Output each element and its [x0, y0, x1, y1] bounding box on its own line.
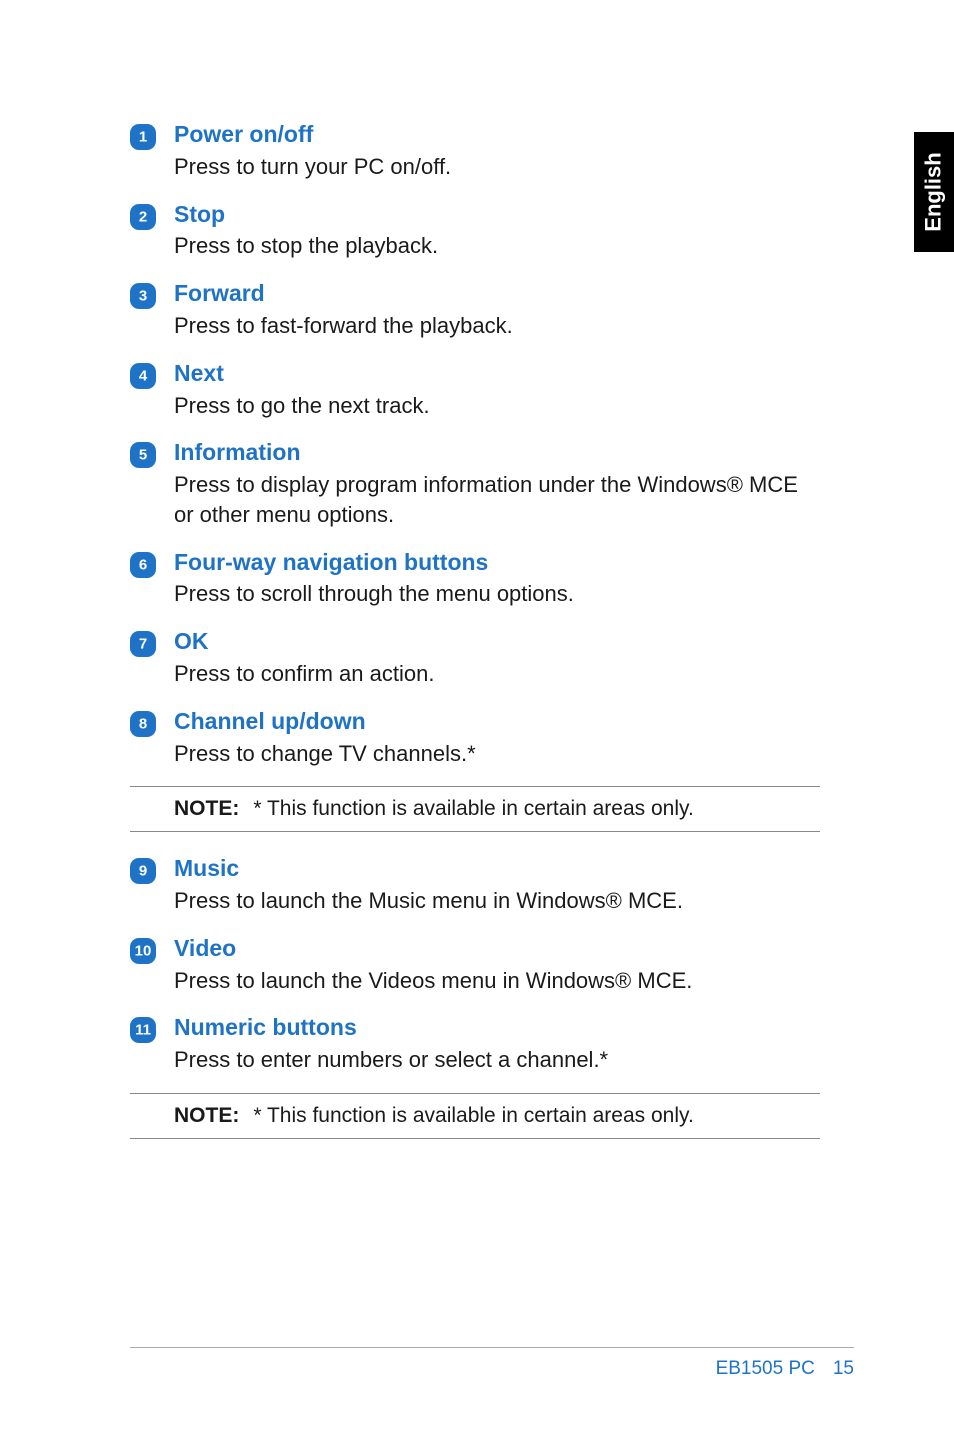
- item-list-1: 1 Power on/off Press to turn your PC on/…: [130, 120, 820, 768]
- note-text: * This function is available in certain …: [253, 1104, 693, 1128]
- note-label: NOTE:: [174, 797, 239, 821]
- note-box: NOTE: * This function is available in ce…: [130, 1093, 820, 1139]
- list-item: 6 Four-way navigation buttons Press to s…: [130, 548, 820, 610]
- item-title: Information: [174, 438, 820, 468]
- svg-text:2: 2: [139, 208, 147, 225]
- bullet-icon: 6: [130, 548, 174, 578]
- item-desc: Press to display program information und…: [174, 470, 820, 529]
- svg-text:6: 6: [139, 556, 147, 573]
- note-box: NOTE: * This function is available in ce…: [130, 786, 820, 832]
- item-content: Music Press to launch the Music menu in …: [174, 854, 820, 916]
- item-content: Power on/off Press to turn your PC on/of…: [174, 120, 820, 182]
- item-content: Forward Press to fast-forward the playba…: [174, 279, 820, 341]
- item-desc: Press to turn your PC on/off.: [174, 152, 820, 182]
- svg-text:8: 8: [139, 715, 147, 732]
- item-desc: Press to change TV channels.*: [174, 739, 820, 769]
- item-content: Next Press to go the next track.: [174, 359, 820, 421]
- list-item: 1 Power on/off Press to turn your PC on/…: [130, 120, 820, 182]
- bullet-icon: 7: [130, 627, 174, 657]
- bullet-icon: 5: [130, 438, 174, 468]
- bullet-icon: 3: [130, 279, 174, 309]
- item-content: OK Press to confirm an action.: [174, 627, 820, 689]
- item-desc: Press to launch the Music menu in Window…: [174, 886, 820, 916]
- footer-model: EB1505 PC: [716, 1358, 815, 1380]
- footer-page-number: 15: [833, 1358, 854, 1380]
- item-title: Power on/off: [174, 120, 820, 150]
- item-desc: Press to enter numbers or select a chann…: [174, 1045, 820, 1075]
- item-desc: Press to go the next track.: [174, 391, 820, 421]
- item-title: Music: [174, 854, 820, 884]
- item-title: OK: [174, 627, 820, 657]
- list-item: 11 Numeric buttons Press to enter number…: [130, 1013, 820, 1075]
- svg-text:3: 3: [139, 288, 147, 305]
- item-title: Numeric buttons: [174, 1013, 820, 1043]
- item-content: Video Press to launch the Videos menu in…: [174, 934, 820, 996]
- page-footer: EB1505 PC 15: [130, 1347, 854, 1380]
- item-desc: Press to stop the playback.: [174, 231, 820, 261]
- language-tab: English: [914, 132, 954, 252]
- note-label: NOTE:: [174, 1104, 239, 1128]
- item-title: Forward: [174, 279, 820, 309]
- svg-text:7: 7: [139, 636, 147, 653]
- list-item: 9 Music Press to launch the Music menu i…: [130, 854, 820, 916]
- note-text: * This function is available in certain …: [253, 797, 693, 821]
- item-content: Information Press to display program inf…: [174, 438, 820, 529]
- svg-text:10: 10: [135, 942, 152, 959]
- language-label: English: [921, 152, 947, 231]
- bullet-icon: 9: [130, 854, 174, 884]
- bullet-icon: 8: [130, 707, 174, 737]
- bullet-icon: 1: [130, 120, 174, 150]
- item-title: Next: [174, 359, 820, 389]
- page: English 1 Power on/off Press to turn you…: [0, 0, 954, 1438]
- item-content: Channel up/down Press to change TV chann…: [174, 707, 820, 769]
- list-item: 4 Next Press to go the next track.: [130, 359, 820, 421]
- list-item: 7 OK Press to confirm an action.: [130, 627, 820, 689]
- item-title: Video: [174, 934, 820, 964]
- list-item: 8 Channel up/down Press to change TV cha…: [130, 707, 820, 769]
- svg-text:1: 1: [139, 129, 147, 146]
- item-desc: Press to launch the Videos menu in Windo…: [174, 966, 820, 996]
- item-title: Channel up/down: [174, 707, 820, 737]
- svg-text:4: 4: [139, 367, 148, 384]
- item-content: Stop Press to stop the playback.: [174, 200, 820, 262]
- svg-text:9: 9: [139, 863, 147, 880]
- item-title: Stop: [174, 200, 820, 230]
- bullet-icon: 10: [130, 934, 174, 964]
- list-item: 2 Stop Press to stop the playback.: [130, 200, 820, 262]
- item-desc: Press to fast-forward the playback.: [174, 311, 820, 341]
- item-desc: Press to confirm an action.: [174, 659, 820, 689]
- item-content: Numeric buttons Press to enter numbers o…: [174, 1013, 820, 1075]
- bullet-icon: 4: [130, 359, 174, 389]
- item-content: Four-way navigation buttons Press to scr…: [174, 548, 820, 610]
- bullet-icon: 2: [130, 200, 174, 230]
- item-title: Four-way navigation buttons: [174, 548, 820, 578]
- list-item: 5 Information Press to display program i…: [130, 438, 820, 529]
- bullet-icon: 11: [130, 1013, 174, 1043]
- item-desc: Press to scroll through the menu options…: [174, 579, 820, 609]
- item-list-2: 9 Music Press to launch the Music menu i…: [130, 854, 820, 1075]
- list-item: 10 Video Press to launch the Videos menu…: [130, 934, 820, 996]
- svg-text:11: 11: [135, 1022, 151, 1039]
- list-item: 3 Forward Press to fast-forward the play…: [130, 279, 820, 341]
- svg-text:5: 5: [139, 447, 147, 464]
